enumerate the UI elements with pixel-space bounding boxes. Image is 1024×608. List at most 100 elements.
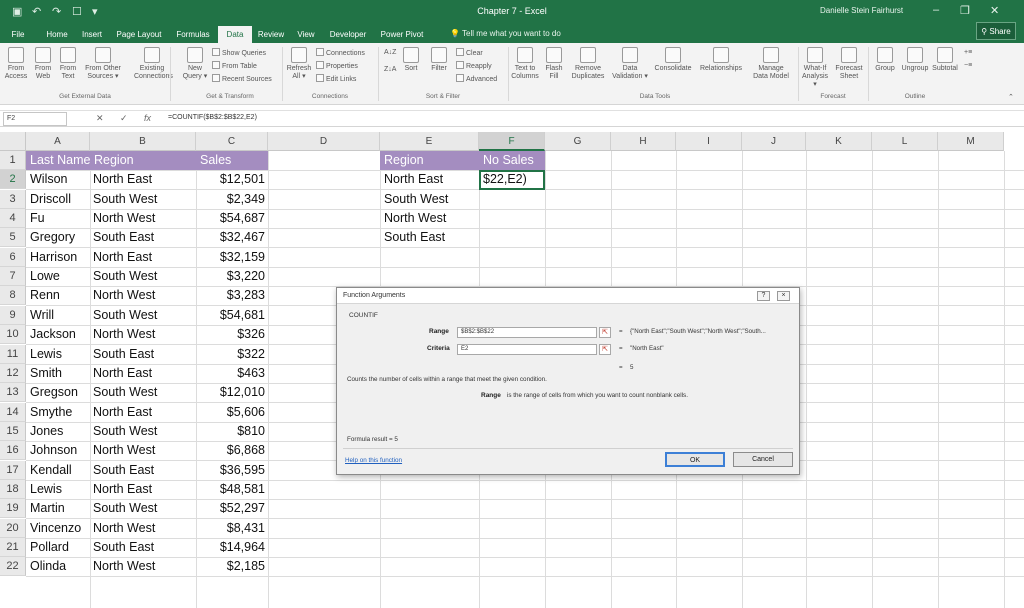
region-cell[interactable]: North West	[90, 519, 196, 538]
last-name-cell[interactable]: Gregson	[26, 383, 90, 402]
user-name[interactable]: Danielle Stein Fairhurst	[820, 6, 903, 15]
criteria-collapse-icon[interactable]: ⇱	[599, 344, 611, 355]
region-cell[interactable]: North East	[90, 248, 196, 267]
summary-region-cell[interactable]: South East	[380, 228, 479, 247]
column-header-i[interactable]: I	[676, 132, 742, 151]
sales-cell[interactable]: $326	[196, 325, 268, 344]
row-header-17[interactable]: 17	[0, 460, 26, 480]
sales-cell[interactable]: $810	[196, 422, 268, 441]
last-name-cell[interactable]: Martin	[26, 499, 90, 518]
last-name-cell[interactable]: Kendall	[26, 461, 90, 480]
sales-cell[interactable]: $322	[196, 345, 268, 364]
tab-insert[interactable]: Insert	[76, 26, 108, 43]
row-header-7[interactable]: 7	[0, 267, 26, 287]
filter-button[interactable]: Filter	[424, 47, 454, 73]
last-name-cell[interactable]: Lewis	[26, 345, 90, 364]
column-header-e[interactable]: E	[380, 132, 479, 151]
ok-button[interactable]: OK	[665, 452, 725, 467]
data-tools-button-2[interactable]: Remove Duplicates	[568, 47, 608, 81]
region-cell[interactable]: South East	[90, 538, 196, 557]
summary-region-cell[interactable]: South West	[380, 190, 479, 209]
row-header-3[interactable]: 3	[0, 189, 26, 209]
name-box[interactable]: F2	[3, 112, 67, 126]
summary-region-cell[interactable]: North East	[380, 170, 479, 189]
row-header-11[interactable]: 11	[0, 344, 26, 364]
get-external-button-2[interactable]: From Text	[56, 47, 80, 81]
region-cell[interactable]: North East	[90, 403, 196, 422]
region-cell[interactable]: North East	[90, 480, 196, 499]
last-name-cell[interactable]: Johnson	[26, 441, 90, 460]
last-name-cell[interactable]: Fu	[26, 209, 90, 228]
ungroup-button[interactable]: Ungroup	[900, 47, 930, 73]
refresh-all-button[interactable]: Refresh All ▾	[284, 47, 314, 81]
region-cell[interactable]: North East	[90, 364, 196, 383]
last-name-cell[interactable]: Olinda	[26, 557, 90, 576]
dialog-close-button[interactable]: ×	[777, 291, 790, 301]
sales-cell[interactable]: $2,185	[196, 557, 268, 576]
sales-cell[interactable]: $3,220	[196, 267, 268, 286]
row-header-5[interactable]: 5	[0, 228, 26, 248]
region-cell[interactable]: South East	[90, 345, 196, 364]
group-button[interactable]: Group	[870, 47, 900, 73]
region-cell[interactable]: South West	[90, 383, 196, 402]
row-header-6[interactable]: 6	[0, 247, 26, 267]
connections-button[interactable]: Connections	[316, 48, 365, 58]
region-cell[interactable]: North East	[90, 170, 196, 189]
data-tools-button-5[interactable]: Relationships	[696, 47, 746, 73]
edit-links-button[interactable]: Edit Links	[316, 74, 356, 84]
tab-file[interactable]: File	[0, 26, 36, 43]
tab-review[interactable]: Review	[254, 26, 288, 43]
minimize-icon[interactable]: –	[933, 4, 939, 16]
hide-detail-icon[interactable]: −≡	[964, 61, 972, 71]
row-header-12[interactable]: 12	[0, 363, 26, 383]
column-header-j[interactable]: J	[742, 132, 806, 151]
subtotal-button[interactable]: Subtotal	[930, 47, 960, 73]
region-cell[interactable]: South East	[90, 228, 196, 247]
get-external-button-1[interactable]: From Web	[30, 47, 56, 81]
row-header-9[interactable]: 9	[0, 305, 26, 325]
formula-input[interactable]: =COUNTIF($B$2:$B$22,E2)	[168, 114, 257, 121]
cancel-button[interactable]: Cancel	[733, 452, 793, 467]
row-header-20[interactable]: 20	[0, 518, 26, 538]
data-tools-button-3[interactable]: Data Validation ▾	[610, 47, 650, 81]
last-name-cell[interactable]: Wilson	[26, 170, 90, 189]
sales-cell[interactable]: $52,297	[196, 499, 268, 518]
criteria-input[interactable]: E2	[457, 344, 597, 355]
sales-cell[interactable]: $8,431	[196, 519, 268, 538]
row-header-19[interactable]: 19	[0, 499, 26, 519]
sort-za-button[interactable]: Z↓A	[384, 65, 396, 75]
region-cell[interactable]: South West	[90, 499, 196, 518]
tab-home[interactable]: Home	[40, 26, 74, 43]
last-name-cell[interactable]: Driscoll	[26, 190, 90, 209]
close-window-icon[interactable]: ✕	[990, 4, 999, 17]
last-name-cell[interactable]: Wrill	[26, 306, 90, 325]
show-queries-button[interactable]: Show Queries	[212, 48, 266, 58]
last-name-cell[interactable]: Gregory	[26, 228, 90, 247]
what-if-button[interactable]: What-If Analysis ▾	[800, 47, 830, 89]
row-header-13[interactable]: 13	[0, 383, 26, 403]
dialog-help-button[interactable]: ?	[757, 291, 770, 301]
collapse-ribbon-icon[interactable]: ⌃	[1008, 93, 1014, 103]
row-header-21[interactable]: 21	[0, 538, 26, 557]
sales-cell[interactable]: $14,964	[196, 538, 268, 557]
data-tools-button-1[interactable]: Flash Fill	[540, 47, 568, 81]
row-header-1[interactable]: 1	[0, 151, 26, 170]
range-collapse-icon[interactable]: ⇱	[599, 327, 611, 338]
region-cell[interactable]: South West	[90, 306, 196, 325]
region-cell[interactable]: North West	[90, 325, 196, 344]
select-all-corner[interactable]	[0, 132, 26, 151]
column-header-g[interactable]: G	[545, 132, 611, 151]
region-cell[interactable]: South East	[90, 461, 196, 480]
summary-region-cell[interactable]: North West	[380, 209, 479, 228]
region-cell[interactable]: North West	[90, 441, 196, 460]
last-name-cell[interactable]: Harrison	[26, 248, 90, 267]
column-header-b[interactable]: B	[90, 132, 196, 151]
sales-cell[interactable]: $12,501	[196, 170, 268, 189]
recent-sources-button[interactable]: Recent Sources	[212, 74, 272, 84]
cancel-icon[interactable]: ✕	[96, 113, 104, 124]
row-header-10[interactable]: 10	[0, 325, 26, 345]
last-name-cell[interactable]: Renn	[26, 286, 90, 305]
last-name-cell[interactable]: Smith	[26, 364, 90, 383]
last-name-cell[interactable]: Smythe	[26, 403, 90, 422]
data-tools-button-0[interactable]: Text to Columns	[510, 47, 540, 81]
